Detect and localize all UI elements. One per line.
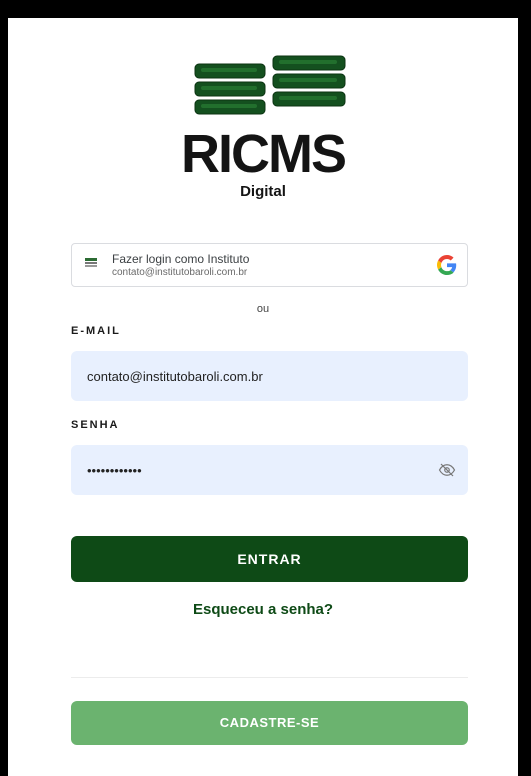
brand-name: RICMS	[181, 124, 347, 184]
brand-subtitle: Digital	[240, 183, 286, 200]
email-field-wrapper	[71, 351, 468, 401]
separator-text: ou	[256, 303, 270, 315]
google-account-label: Fazer login como Instituto	[112, 252, 250, 266]
logo-stack-icon	[194, 55, 346, 115]
google-login-button[interactable]: Fazer login como Instituto contato@insti…	[71, 243, 468, 287]
email-field[interactable]	[85, 367, 454, 385]
toggle-password-visibility-icon[interactable]	[438, 462, 456, 478]
divider	[71, 677, 468, 678]
password-field-wrapper	[71, 445, 468, 495]
password-label: SENHA	[71, 419, 120, 431]
brand-logo: RICMS Digital	[8, 18, 518, 228]
login-card: RICMS Digital Fazer login como Instituto…	[8, 18, 518, 776]
google-account-email: contato@institutobaroli.com.br	[112, 267, 248, 278]
password-field[interactable]	[85, 461, 454, 479]
forgot-password-link[interactable]: Esqueceu a senha?	[8, 601, 518, 618]
login-button[interactable]: ENTRAR	[71, 536, 468, 582]
account-avatar-icon	[84, 256, 98, 270]
email-label: E-MAIL	[71, 325, 121, 337]
signup-button[interactable]: CADASTRE-SE	[71, 701, 468, 745]
google-g-icon	[437, 255, 457, 275]
